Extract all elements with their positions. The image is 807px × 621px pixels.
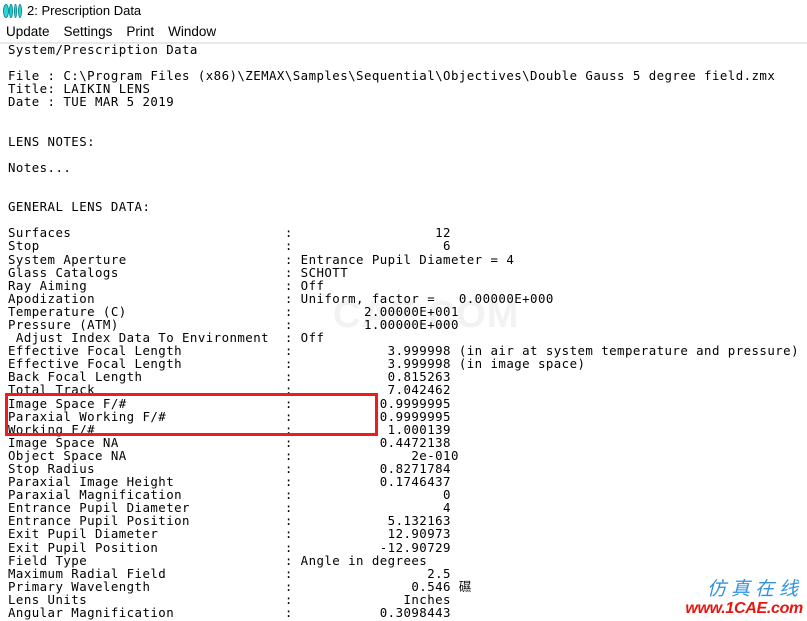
menu-item-update[interactable]: Update (0, 21, 57, 42)
prescription-report-pane[interactable]: System/Prescription Data File : C:\Progr… (0, 43, 807, 621)
lens-doublet-icon (3, 3, 22, 19)
window-title: 2: Prescription Data (27, 3, 142, 18)
menu-item-print[interactable]: Print (119, 21, 161, 42)
menu-item-window[interactable]: Window (161, 21, 223, 42)
window-title-bar: 2: Prescription Data (0, 0, 807, 21)
prescription-report-text: System/Prescription Data File : C:\Progr… (8, 42, 799, 621)
menu-item-settings[interactable]: Settings (57, 21, 120, 42)
menu-bar: Update Settings Print Window (0, 21, 807, 42)
